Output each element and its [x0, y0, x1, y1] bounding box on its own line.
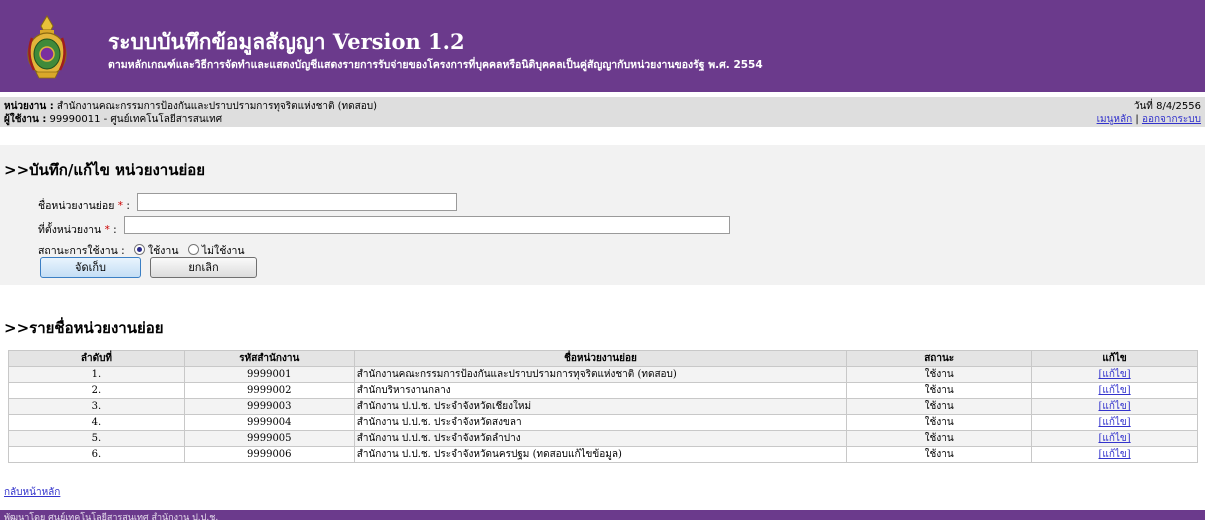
status-cell: ใช้งาน [846, 382, 1033, 399]
edit-cell: [แก้ไข] [1031, 398, 1198, 415]
edit-link[interactable]: [แก้ไข] [1098, 369, 1130, 380]
edit-link[interactable]: [แก้ไข] [1098, 417, 1130, 428]
location-field-label: ที่ตั้งหน่วยงาน * : [38, 221, 117, 238]
row-number: 2. [8, 382, 185, 399]
location-label-text: ที่ตั้งหน่วยงาน [38, 224, 102, 236]
user-line: ผู้ใช้งาน : 99990011 - ศูนย์เทคโนโลยีสาร… [4, 112, 222, 127]
edit-cell: [แก้ไข] [1031, 446, 1198, 463]
user-label: ผู้ใช้งาน : [4, 114, 47, 125]
row-number: 3. [8, 398, 185, 415]
user-value: 99990011 - ศูนย์เทคโนโลยีสารสนเทศ [49, 114, 223, 125]
status-label: สถานะการใช้งาน : [38, 245, 125, 257]
sub-agency-name-input[interactable] [137, 193, 457, 211]
app-subtitle: ตามหลักเกณฑ์และวิธีการจัดทำและแสดงบัญชีแ… [108, 59, 763, 71]
row-number: 6. [8, 446, 185, 463]
status-cell: ใช้งาน [846, 414, 1033, 431]
edit-cell: [แก้ไข] [1031, 366, 1198, 383]
office-code: 9999003 [183, 398, 355, 415]
edit-link[interactable]: [แก้ไข] [1098, 385, 1130, 396]
status-cell: ใช้งาน [846, 446, 1033, 463]
table-row: 1. 9999001 สำนักงานคณะกรรมการป้องกันและป… [8, 366, 1198, 383]
nav-separator: | [1135, 114, 1139, 125]
edit-cell: [แก้ไข] [1031, 382, 1198, 399]
main-menu-link[interactable]: เมนูหลัก [1097, 114, 1133, 125]
edit-link[interactable]: [แก้ไข] [1098, 401, 1130, 412]
top-nav-links: เมนูหลัก | ออกจากระบบ [1097, 112, 1201, 127]
row-number: 5. [8, 430, 185, 447]
required-mark: * [117, 200, 123, 212]
location-input[interactable] [124, 216, 730, 234]
logout-link[interactable]: ออกจากระบบ [1142, 114, 1201, 125]
app-title: ระบบบันทึกข้อมูลสัญญา Version 1.2 [108, 29, 465, 54]
sub-agency-name: สำนักบริหารงานกลาง [353, 382, 848, 399]
sub-agency-name: สำนักงาน ป.ป.ช. ประจำจังหวัดนครปฐม (ทดสอ… [353, 446, 848, 463]
name-label-text: ชื่อหน่วยงานย่อย [38, 200, 115, 212]
cancel-button[interactable]: ยกเลิก [150, 257, 257, 278]
status-active-radio[interactable] [134, 244, 146, 255]
label-colon: : [113, 224, 117, 236]
office-code: 9999002 [183, 382, 355, 399]
column-header: รหัสสำนักงาน [183, 350, 355, 367]
table-row: 3. 9999003 สำนักงาน ป.ป.ช. ประจำจังหวัดเ… [8, 398, 1198, 415]
app-header: ระบบบันทึกข้อมูลสัญญา Version 1.2 ตามหลั… [0, 0, 1205, 92]
column-header: แก้ไข [1031, 350, 1198, 367]
agency-label: หน่วยงาน : [4, 101, 54, 112]
status-inactive-radio[interactable] [187, 244, 199, 255]
office-code: 9999005 [183, 430, 355, 447]
agency-value: สำนักงานคณะกรรมการป้องกันและปราบปรามการท… [56, 101, 377, 112]
column-header: ชื่อหน่วยงานย่อย [353, 350, 848, 367]
edit-form-panel: >>บันทึก/แก้ไข หน่วยงานย่อย ชื่อหน่วยงาน… [0, 145, 1205, 285]
form-section-title: >>บันทึก/แก้ไข หน่วยงานย่อย [4, 161, 206, 179]
status-inactive-label: ไม่ใช้งาน [201, 245, 245, 257]
row-number: 1. [8, 366, 185, 383]
edit-link[interactable]: [แก้ไข] [1098, 433, 1130, 444]
table-header-row: ลำดับที่ รหัสสำนักงาน ชื่อหน่วยงานย่อย ส… [8, 350, 1198, 367]
edit-cell: [แก้ไข] [1031, 414, 1198, 431]
edit-cell: [แก้ไข] [1031, 430, 1198, 447]
row-number: 4. [8, 414, 185, 431]
sub-agency-table: ลำดับที่ รหัสสำนักงาน ชื่อหน่วยงานย่อย ส… [8, 350, 1198, 463]
sub-agency-name: สำนักงาน ป.ป.ช. ประจำจังหวัดลำปาง [353, 430, 848, 447]
column-header: ลำดับที่ [8, 350, 185, 367]
required-mark: * [104, 224, 110, 236]
sub-agency-name: สำนักงาน ป.ป.ช. ประจำจังหวัดสงขลา [353, 414, 848, 431]
save-button[interactable]: จัดเก็บ [40, 257, 141, 278]
table-row: 4. 9999004 สำนักงาน ป.ป.ช. ประจำจังหวัดส… [8, 414, 1198, 431]
office-code: 9999006 [183, 446, 355, 463]
list-section-title: >>รายชื่อหน่วยงานย่อย [4, 319, 164, 337]
status-active-label: ใช้งาน [148, 245, 179, 257]
label-colon: : [126, 200, 130, 212]
status-cell: ใช้งาน [846, 430, 1033, 447]
sub-agency-name: สำนักงานคณะกรรมการป้องกันและปราบปรามการท… [353, 366, 848, 383]
back-to-main-link[interactable]: กลับหน้าหลัก [4, 485, 60, 500]
footer-text: พัฒนาโดย ศูนย์เทคโนโลยีสารสนเทศ สำนักงาน… [4, 513, 219, 520]
table-row: 6. 9999006 สำนักงาน ป.ป.ช. ประจำจังหวัดน… [8, 446, 1198, 463]
table-row: 2. 9999002 สำนักบริหารงานกลาง ใช้งาน [แก… [8, 382, 1198, 399]
office-code: 9999004 [183, 414, 355, 431]
government-emblem-icon [22, 14, 72, 80]
column-header: สถานะ [846, 350, 1033, 367]
status-cell: ใช้งาน [846, 398, 1033, 415]
user-info-bar: หน่วยงาน : สำนักงานคณะกรรมการป้องกันและป… [0, 97, 1205, 127]
name-field-label: ชื่อหน่วยงานย่อย * : [38, 197, 130, 214]
sub-agency-name: สำนักงาน ป.ป.ช. ประจำจังหวัดเชียงใหม่ [353, 398, 848, 415]
edit-link[interactable]: [แก้ไข] [1098, 449, 1130, 460]
status-cell: ใช้งาน [846, 366, 1033, 383]
page-footer: พัฒนาโดย ศูนย์เทคโนโลยีสารสนเทศ สำนักงาน… [0, 510, 1205, 520]
office-code: 9999001 [183, 366, 355, 383]
table-row: 5. 9999005 สำนักงาน ป.ป.ช. ประจำจังหวัดล… [8, 430, 1198, 447]
